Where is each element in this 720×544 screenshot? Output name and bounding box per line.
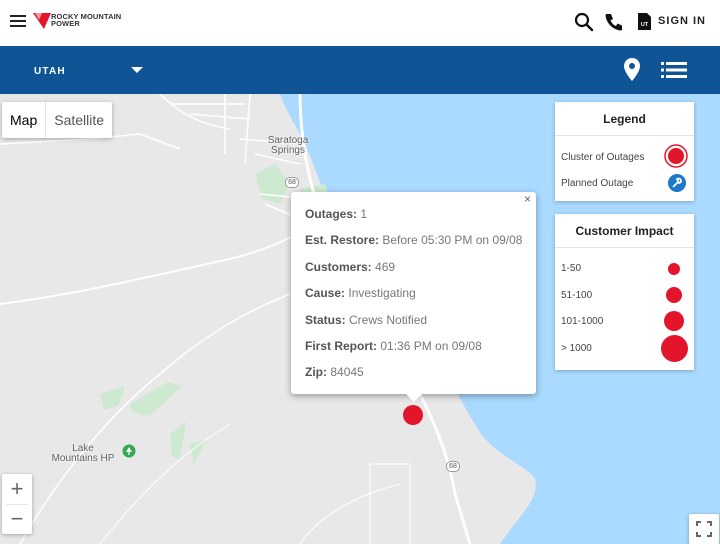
park-icon (122, 444, 136, 458)
chevron-down-icon (131, 67, 143, 73)
fullscreen-button[interactable] (689, 514, 719, 544)
popup-row-outages: Outages: 1 (305, 207, 368, 221)
zoom-control: + − (2, 474, 32, 534)
customer-impact-panel: Customer Impact 1-50 51-100 101-1000 > 1… (555, 214, 694, 370)
legend-title: Legend (603, 112, 646, 126)
popup-row-customers: Customers: 469 (305, 259, 396, 274)
legend-divider (555, 135, 694, 136)
impact-item-51-100: 51-100 (561, 290, 593, 301)
menu-icon[interactable] (10, 15, 26, 28)
search-icon[interactable] (574, 12, 594, 32)
popup-row-est-restore: Est. Restore: Before 05:30 PM on 09/08 (305, 233, 523, 248)
outage-info-popup: × Outages: 1 Est. Restore: Before 05:30 … (291, 192, 536, 402)
map-type-map-button[interactable]: Map (2, 102, 47, 138)
logo-mark-icon (33, 13, 51, 29)
sign-in-link[interactable]: SIGN IN (658, 15, 706, 27)
state-bar: UTAH (0, 46, 720, 94)
utility-account-icon[interactable]: UT (635, 12, 655, 32)
customer-impact-divider (555, 247, 694, 248)
cluster-icon (664, 144, 688, 168)
place-label-saratoga-springs: Saratoga Springs (267, 135, 309, 156)
popup-row-zip: Zip: 84045 (305, 365, 364, 380)
phone-icon[interactable] (604, 12, 624, 32)
impact-dot-large (664, 311, 684, 331)
popup-row-status: Status: Crews Notified (305, 312, 428, 327)
popup-row-cause: Cause: Investigating (305, 286, 416, 301)
top-header: ROCKY MOUNTAIN POWER UT SIGN IN (0, 0, 720, 46)
route-68-shield: 68 (285, 177, 299, 188)
legend-item-cluster: Cluster of Outages (561, 152, 645, 163)
legend-panel: Legend Cluster of Outages Planned Outage (555, 102, 694, 201)
impact-dot-xlarge (661, 335, 688, 362)
outage-marker[interactable] (403, 405, 423, 425)
zoom-out-button[interactable]: − (2, 504, 32, 534)
close-icon[interactable]: × (524, 192, 531, 206)
place-label-lake-mountains: Lake Mountains HP (51, 443, 115, 464)
customer-impact-title: Customer Impact (575, 224, 674, 238)
brand-logo[interactable]: ROCKY MOUNTAIN POWER (33, 12, 133, 30)
fullscreen-icon (696, 521, 712, 537)
state-dropdown-value: UTAH (34, 66, 66, 77)
impact-dot-small (668, 263, 680, 275)
location-pin-icon[interactable] (622, 57, 642, 83)
impact-item-over-1000: > 1000 (561, 343, 592, 354)
route-68-shield: 68 (446, 461, 460, 472)
state-dropdown[interactable]: UTAH (34, 62, 144, 80)
map-type-satellite-button[interactable]: Satellite (46, 102, 112, 138)
map-type-control: Map Satellite (2, 102, 113, 138)
impact-item-101-1000: 101-1000 (561, 316, 604, 327)
planned-outage-icon (668, 174, 686, 192)
zoom-divider (6, 504, 28, 505)
legend-item-planned: Planned Outage (561, 178, 634, 189)
zoom-in-button[interactable]: + (2, 474, 32, 504)
impact-item-1-50: 1-50 (561, 263, 582, 274)
svg-text:UT: UT (641, 22, 649, 28)
impact-dot-medium (666, 287, 682, 303)
popup-row-first-report: First Report: 01:36 PM on 09/08 (305, 338, 482, 353)
popup-pointer (406, 394, 422, 402)
logo-text: ROCKY MOUNTAIN POWER (51, 12, 122, 28)
list-icon[interactable] (661, 61, 687, 79)
